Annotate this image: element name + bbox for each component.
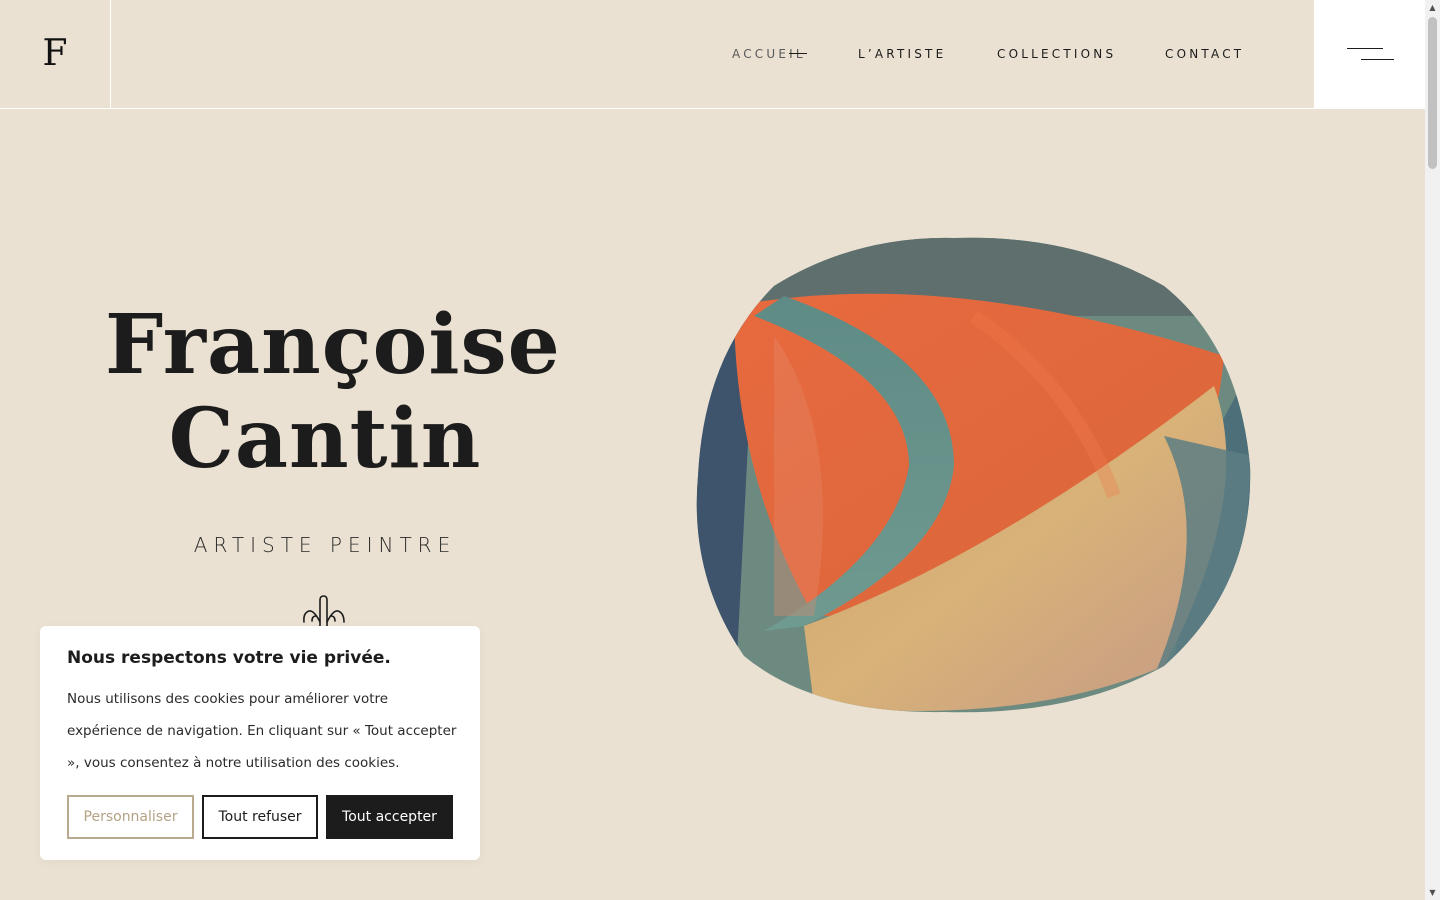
logo[interactable]: F: [0, 0, 111, 108]
scrollbar-thumb[interactable]: [1428, 17, 1437, 169]
hero-subtitle: ARTISTE PEINTRE: [193, 533, 457, 557]
nav-item-accueil[interactable]: ACCUEIL: [732, 44, 806, 64]
scroll-up-arrow-icon[interactable]: ▲: [1425, 0, 1440, 15]
menu-button[interactable]: [1314, 0, 1425, 109]
scroll-down-arrow-icon[interactable]: ▼: [1425, 885, 1440, 900]
painting-image: [696, 237, 1251, 713]
hero-title-line1: Françoise: [105, 297, 561, 393]
logo-letter: F: [42, 33, 68, 74]
cookie-banner: Nous respectons votre vie privée. Nous u…: [40, 626, 480, 860]
site-header: F ACCUEIL L’ARTISTE COLLECTIONS CONTACT: [0, 0, 1425, 109]
refuse-all-button[interactable]: Tout refuser: [202, 795, 318, 839]
scrollbar[interactable]: ▲ ▼: [1425, 0, 1440, 900]
customize-button[interactable]: Personnaliser: [67, 795, 194, 839]
accept-all-button[interactable]: Tout accepter: [326, 795, 453, 839]
cookie-title: Nous respectons votre vie privée.: [67, 648, 391, 668]
nav-item-collections[interactable]: COLLECTIONS: [997, 44, 1116, 64]
nav-item-contact[interactable]: CONTACT: [1165, 44, 1244, 64]
hero-title-line2: Cantin: [168, 391, 482, 487]
nav-active-indicator: [789, 53, 807, 54]
nav-item-artiste[interactable]: L’ARTISTE: [858, 44, 946, 64]
cookie-text: Nous utilisons des cookies pour améliore…: [67, 691, 457, 771]
hero-title: Françoise Cantin: [105, 298, 560, 487]
